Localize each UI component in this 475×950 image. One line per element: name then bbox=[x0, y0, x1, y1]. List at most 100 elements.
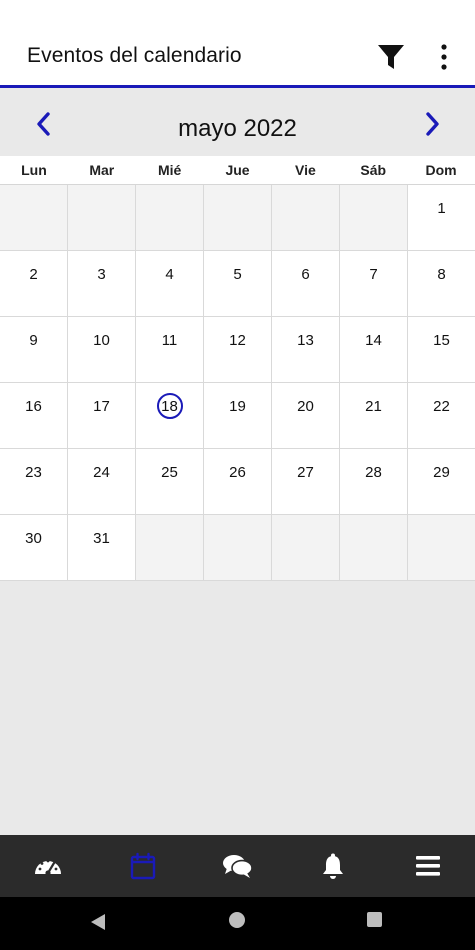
day-number: 7 bbox=[369, 266, 378, 283]
next-month-button[interactable] bbox=[418, 110, 446, 138]
back-triangle-icon bbox=[91, 914, 105, 930]
day-number: 22 bbox=[433, 398, 450, 415]
nav-dashboard[interactable] bbox=[0, 835, 95, 897]
calendar-day-cell[interactable]: 15 bbox=[408, 317, 475, 383]
filter-icon bbox=[378, 45, 404, 69]
calendar-day-cell[interactable]: 9 bbox=[0, 317, 68, 383]
calendar-day-cell[interactable]: 6 bbox=[272, 251, 340, 317]
page-title: Eventos del calendario bbox=[27, 44, 242, 67]
calendar-day-cell[interactable]: 30 bbox=[0, 515, 68, 581]
weekday-sun: Dom bbox=[425, 162, 457, 178]
calendar-day-cell[interactable]: 11 bbox=[136, 317, 204, 383]
calendar-day-cell[interactable]: 31 bbox=[68, 515, 136, 581]
calendar-day-cell[interactable]: 26 bbox=[204, 449, 272, 515]
more-vertical-icon bbox=[441, 44, 447, 70]
day-number: 9 bbox=[29, 332, 38, 349]
day-number: 30 bbox=[25, 530, 42, 547]
nav-calendar[interactable] bbox=[95, 835, 190, 897]
month-title: mayo 2022 bbox=[178, 115, 297, 142]
day-number: 14 bbox=[365, 332, 382, 349]
weekday-fri: Vie bbox=[294, 162, 316, 178]
day-number: 28 bbox=[365, 464, 382, 481]
calendar-day-cell[interactable]: 25 bbox=[136, 449, 204, 515]
day-number: 8 bbox=[437, 266, 446, 283]
calendar-day-cell[interactable]: 12 bbox=[204, 317, 272, 383]
calendar-empty-cell bbox=[136, 515, 204, 581]
day-number: 3 bbox=[97, 266, 106, 283]
calendar-day-cell[interactable]: 2 bbox=[0, 251, 68, 317]
nav-chat[interactable] bbox=[190, 835, 285, 897]
calendar-day-cell[interactable]: 27 bbox=[272, 449, 340, 515]
day-number: 13 bbox=[297, 332, 314, 349]
calendar-day-cell[interactable]: 24 bbox=[68, 449, 136, 515]
menu-icon bbox=[415, 856, 440, 876]
dashboard-gauge-icon bbox=[34, 859, 61, 876]
calendar-grid: 1 2 3 4 5 6 7 8 9 10 11 12 13 14 15 16 17 18 19 20 21 22 23 24 2… bbox=[0, 185, 475, 581]
calendar-empty-cell bbox=[340, 185, 408, 251]
calendar-day-cell[interactable]: 22 bbox=[408, 383, 475, 449]
calendar-empty-cell bbox=[340, 515, 408, 581]
chat-icon bbox=[222, 855, 253, 878]
calendar-day-cell[interactable]: 28 bbox=[340, 449, 408, 515]
calendar-day-cell[interactable]: 7 bbox=[340, 251, 408, 317]
calendar-week-row: 16 17 18 19 20 21 22 bbox=[0, 383, 475, 449]
day-number: 31 bbox=[93, 530, 110, 547]
calendar-icon bbox=[130, 852, 155, 880]
day-number: 19 bbox=[229, 398, 246, 415]
calendar-week-row: 23 24 25 26 27 28 29 bbox=[0, 449, 475, 515]
system-recents-button[interactable] bbox=[367, 912, 382, 927]
day-number: 21 bbox=[365, 398, 382, 415]
calendar-empty-cell bbox=[0, 185, 68, 251]
calendar-day-cell[interactable]: 20 bbox=[272, 383, 340, 449]
calendar-empty-cell bbox=[272, 185, 340, 251]
weekday-wed: Mié bbox=[157, 162, 182, 178]
calendar-day-cell[interactable]: 29 bbox=[408, 449, 475, 515]
calendar-day-cell[interactable]: 5 bbox=[204, 251, 272, 317]
calendar-day-cell[interactable]: 17 bbox=[68, 383, 136, 449]
calendar-day-cell[interactable]: 3 bbox=[68, 251, 136, 317]
calendar-week-row: 30 31 bbox=[0, 515, 475, 581]
calendar-day-cell[interactable]: 23 bbox=[0, 449, 68, 515]
calendar-day-cell[interactable]: 4 bbox=[136, 251, 204, 317]
nav-menu[interactable] bbox=[380, 835, 475, 897]
calendar-day-cell[interactable]: 10 bbox=[68, 317, 136, 383]
system-navigation-bar bbox=[0, 897, 475, 950]
day-number: 29 bbox=[433, 464, 450, 481]
calendar-day-cell[interactable]: 8 bbox=[408, 251, 475, 317]
day-number: 25 bbox=[161, 464, 178, 481]
calendar-empty-cell bbox=[136, 185, 204, 251]
calendar-empty-cell bbox=[272, 515, 340, 581]
month-header: mayo 2022 bbox=[0, 88, 475, 156]
weekday-thu: Jue bbox=[225, 162, 250, 178]
system-back-button[interactable] bbox=[90, 913, 106, 936]
day-number: 2 bbox=[29, 266, 38, 283]
calendar-day-cell[interactable]: 21 bbox=[340, 383, 408, 449]
day-number: 20 bbox=[297, 398, 314, 415]
calendar-week-row: 9 10 11 12 13 14 15 bbox=[0, 317, 475, 383]
bottom-navigation bbox=[0, 835, 475, 897]
nav-notifications[interactable] bbox=[285, 835, 380, 897]
calendar-day-cell[interactable]: 19 bbox=[204, 383, 272, 449]
calendar-week-row: 2 3 4 5 6 7 8 bbox=[0, 251, 475, 317]
more-options-button[interactable] bbox=[434, 42, 454, 72]
day-number: 6 bbox=[301, 266, 310, 283]
weekday-mon: Lun bbox=[21, 162, 47, 178]
bell-icon bbox=[322, 853, 343, 879]
calendar-empty-cell bbox=[204, 515, 272, 581]
calendar-day-cell[interactable]: 18 bbox=[136, 383, 204, 449]
weekday-tue: Mar bbox=[89, 162, 115, 178]
calendar-empty-cell bbox=[408, 515, 475, 581]
filter-button[interactable] bbox=[376, 42, 406, 72]
weekday-sat: Sáb bbox=[360, 162, 387, 178]
calendar-day-cell[interactable]: 16 bbox=[0, 383, 68, 449]
day-number: 17 bbox=[93, 398, 110, 415]
calendar-empty-cell bbox=[204, 185, 272, 251]
day-number: 12 bbox=[229, 332, 246, 349]
day-number: 18 bbox=[161, 398, 178, 415]
system-home-button[interactable] bbox=[229, 912, 245, 928]
day-number: 23 bbox=[25, 464, 42, 481]
day-number: 10 bbox=[93, 332, 110, 349]
calendar-day-cell[interactable]: 1 bbox=[408, 185, 475, 251]
calendar-day-cell[interactable]: 13 bbox=[272, 317, 340, 383]
calendar-day-cell[interactable]: 14 bbox=[340, 317, 408, 383]
